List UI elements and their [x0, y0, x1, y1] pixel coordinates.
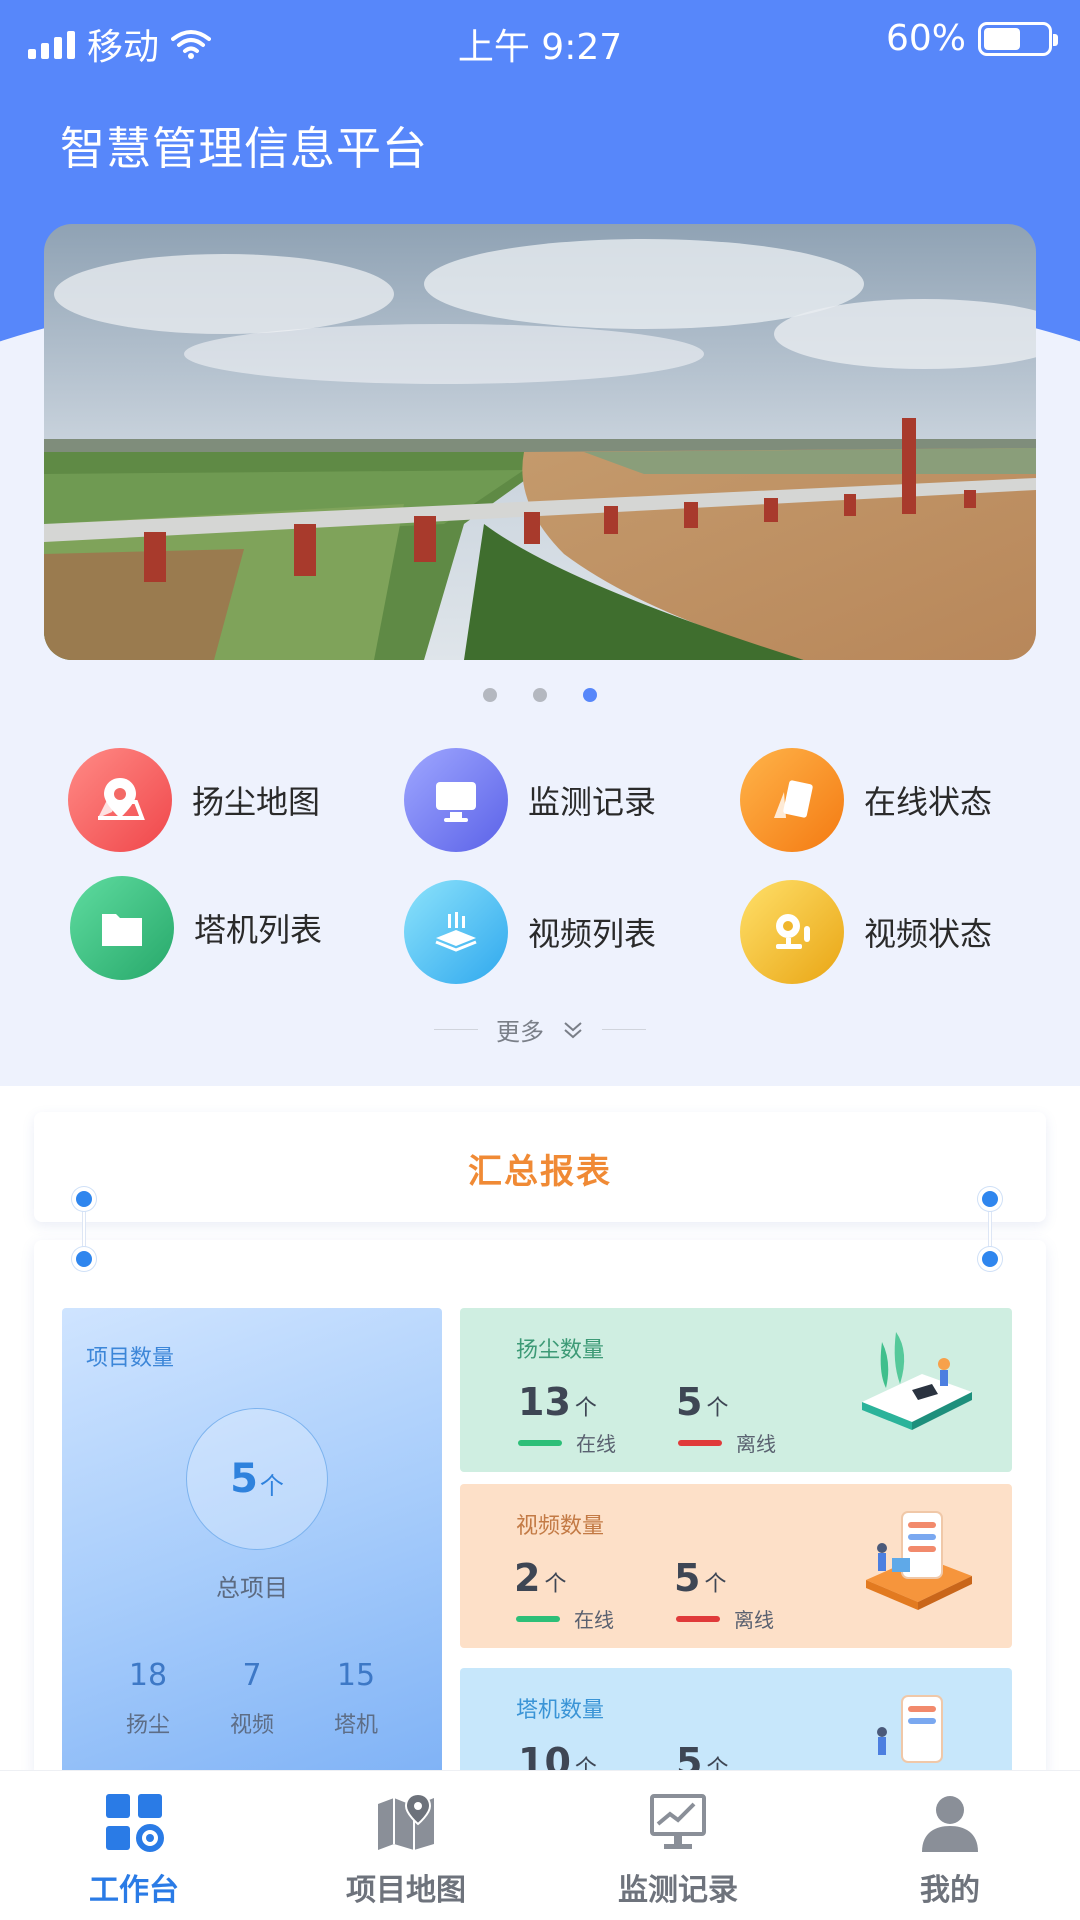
offline-value: 5	[676, 1380, 703, 1424]
status-bar: 移动 上午 9:27 60%	[0, 0, 1080, 80]
camera-icon	[740, 880, 844, 984]
tab-label: 监测记录	[618, 1873, 738, 1908]
quick-item-label: 视频状态	[864, 915, 993, 953]
more-button[interactable]: 更多	[0, 1012, 1080, 1047]
layers-icon	[404, 880, 508, 984]
offline-bar	[678, 1440, 722, 1446]
cards-icon	[740, 748, 844, 852]
tab-project-map[interactable]: 项目地图	[306, 1785, 506, 1909]
chart-monitor-icon	[578, 1785, 778, 1859]
video-illustration	[866, 1511, 972, 1610]
card-title: 扬尘数量	[516, 1338, 605, 1363]
bottom-tab-bar: 工作台 项目地图 监测记录 我的	[0, 1770, 1080, 1920]
unit: 个	[574, 1396, 597, 1421]
carousel-dot[interactable]	[533, 688, 547, 702]
report-clip-right	[978, 1187, 1002, 1271]
banner-image	[44, 224, 1036, 660]
online-bar	[518, 1440, 562, 1446]
app-root: 移动 上午 9:27 60% 智慧管理信息平台 扬尘地图 监测记录 在线状态 塔…	[0, 0, 1080, 1920]
monitor-icon	[404, 748, 508, 852]
tab-label: 项目地图	[346, 1873, 466, 1908]
map-icon	[306, 1785, 506, 1859]
quick-item-monitor-records[interactable]: 监测记录	[404, 748, 656, 852]
stat-value: 18	[128, 1658, 168, 1693]
report-header: 汇总报表	[34, 1112, 1046, 1222]
dashboard-icon	[34, 1785, 234, 1859]
quick-item-dust-map[interactable]: 扬尘地图	[68, 748, 320, 852]
unit: 个	[544, 1572, 567, 1597]
user-icon	[850, 1785, 1050, 1859]
tab-label: 工作台	[89, 1873, 179, 1908]
online-value: 2	[514, 1556, 541, 1600]
stat-label: 扬尘	[125, 1713, 170, 1738]
report-title: 汇总报表	[468, 1152, 612, 1192]
quick-item-tower-list[interactable]: 塔机列表	[70, 876, 322, 980]
stat-value: 15	[336, 1658, 376, 1693]
quick-item-label: 在线状态	[864, 783, 993, 821]
quick-item-label: 塔机列表	[194, 911, 323, 949]
project-count-card[interactable]: 项目数量 5 个 总项目 18 扬尘 7 视频 15 塔机	[62, 1308, 442, 1780]
report-clip-left	[72, 1187, 96, 1271]
project-count-title: 项目数量	[86, 1346, 175, 1371]
card-title: 塔机数量	[516, 1698, 605, 1723]
tab-monitor-records[interactable]: 监测记录	[578, 1785, 778, 1909]
banner-carousel[interactable]	[44, 224, 1036, 660]
project-stat-video: 7 视频	[212, 1658, 292, 1739]
project-total-value: 5	[230, 1456, 258, 1502]
card-title: 视频数量	[516, 1514, 605, 1539]
project-stat-dust: 18 扬尘	[108, 1658, 188, 1739]
offline-value: 5	[674, 1556, 701, 1600]
project-stat-tower: 15 塔机	[316, 1658, 396, 1739]
carousel-dot[interactable]	[583, 688, 597, 702]
online-label: 在线	[574, 1608, 614, 1632]
project-total-unit: 个	[259, 1471, 284, 1500]
online-value: 13	[518, 1380, 571, 1424]
tab-mine[interactable]: 我的	[850, 1785, 1050, 1909]
quick-item-label: 扬尘地图	[192, 783, 321, 821]
carousel-indicator	[0, 688, 1080, 702]
double-chevron-down-icon	[564, 1021, 582, 1038]
tab-label: 我的	[920, 1873, 980, 1908]
offline-label: 离线	[736, 1432, 776, 1456]
quick-item-video-list[interactable]: 视频列表	[404, 880, 656, 984]
battery-icon	[978, 21, 1058, 56]
quick-item-label: 视频列表	[528, 915, 657, 953]
online-bar	[516, 1616, 560, 1622]
quick-item-video-status[interactable]: 视频状态	[740, 880, 992, 984]
map-pin-icon	[68, 748, 172, 852]
stat-label: 视频	[229, 1713, 274, 1738]
unit: 个	[706, 1396, 729, 1421]
stat-label: 塔机	[333, 1713, 378, 1738]
dust-illustration	[862, 1332, 972, 1430]
offline-bar	[676, 1616, 720, 1622]
quick-item-label: 监测记录	[528, 783, 657, 821]
offline-label: 离线	[734, 1608, 774, 1632]
video-count-card[interactable]: 视频数量 2个 5个 在线 离线	[460, 1484, 1012, 1648]
unit: 个	[704, 1572, 727, 1597]
tab-workbench[interactable]: 工作台	[34, 1785, 234, 1909]
folder-icon	[70, 876, 174, 980]
carousel-dot[interactable]	[483, 688, 497, 702]
project-total-ring: 5 个	[186, 1408, 328, 1550]
project-total-label: 总项目	[216, 1574, 288, 1602]
page-title: 智慧管理信息平台	[60, 122, 429, 175]
battery-percent: 60%	[885, 18, 966, 59]
dust-count-card[interactable]: 扬尘数量 13 个 5个 在线 离线	[460, 1308, 1012, 1472]
more-label: 更多	[496, 1018, 544, 1046]
stat-value: 7	[242, 1658, 262, 1693]
online-label: 在线	[576, 1432, 616, 1456]
quick-item-online-status[interactable]: 在线状态	[740, 748, 992, 852]
